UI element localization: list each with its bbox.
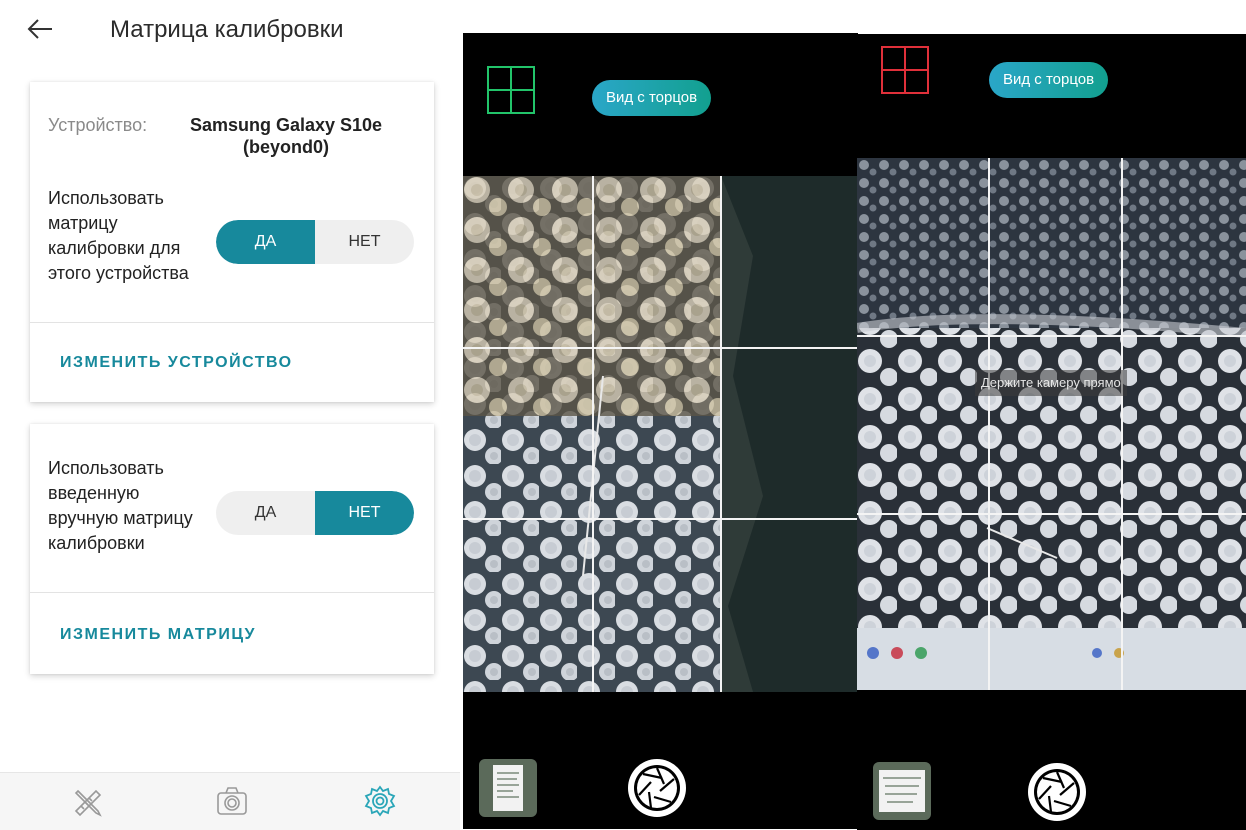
yes-option[interactable]: ДА bbox=[216, 220, 315, 264]
grid-icon[interactable] bbox=[881, 46, 929, 94]
no-option[interactable]: НЕТ bbox=[315, 220, 414, 264]
use-manual-matrix-toggle: ДА НЕТ bbox=[216, 491, 414, 535]
camera-screen-right: Вид с торцов Держите камеру прямо bbox=[857, 34, 1246, 830]
settings-screen: Матрица калибровки Устройство: Samsung G… bbox=[0, 0, 460, 830]
manual-matrix-card: Использовать введенную вручную матрицу к… bbox=[30, 424, 434, 674]
shutter-button[interactable] bbox=[1026, 761, 1088, 823]
grid-line bbox=[592, 176, 594, 692]
grid-line bbox=[720, 176, 722, 692]
use-device-matrix-toggle: ДА НЕТ bbox=[216, 220, 414, 264]
log-pile-image bbox=[857, 158, 1246, 690]
no-option[interactable]: НЕТ bbox=[315, 491, 414, 535]
page-title: Матрица калибровки bbox=[110, 16, 344, 43]
device-label: Устройство: bbox=[48, 115, 148, 135]
shutter-button[interactable] bbox=[626, 757, 688, 819]
change-device-button[interactable]: ИЗМЕНИТЬ УСТРОЙСТВО bbox=[60, 354, 293, 372]
grid-line bbox=[463, 347, 858, 349]
yes-option[interactable]: ДА bbox=[216, 491, 315, 535]
use-manual-matrix-label: Использовать введенную вручную матрицу к… bbox=[48, 458, 193, 553]
shutter-icon bbox=[628, 759, 686, 817]
device-matrix-card: Устройство: Samsung Galaxy S10e (beyond0… bbox=[30, 82, 434, 402]
hold-camera-straight-hint: Держите камеру прямо bbox=[975, 370, 1127, 396]
grid-line bbox=[988, 158, 990, 690]
divider bbox=[30, 592, 434, 593]
divider bbox=[30, 322, 434, 323]
last-photo-thumbnail[interactable] bbox=[479, 759, 537, 817]
grid-icon[interactable] bbox=[487, 66, 535, 114]
device-name: Samsung Galaxy S10e (beyond0) bbox=[189, 115, 383, 157]
use-device-matrix-label: Использовать матрицу калибровки для этог… bbox=[48, 188, 189, 283]
end-view-button[interactable]: Вид с торцов bbox=[592, 80, 712, 116]
gear-icon[interactable] bbox=[362, 783, 398, 819]
grid-line bbox=[463, 518, 858, 520]
end-view-button[interactable]: Вид с торцов bbox=[989, 62, 1109, 98]
camera-preview: Держите камеру прямо bbox=[857, 158, 1246, 690]
camera-screen-left: Вид с торцов bbox=[463, 33, 858, 829]
grid-line bbox=[857, 335, 1246, 337]
log-pile-image bbox=[463, 176, 858, 692]
ruler-pencil-icon[interactable] bbox=[70, 783, 106, 819]
change-matrix-button[interactable]: ИЗМЕНИТЬ МАТРИЦУ bbox=[60, 626, 256, 644]
shutter-icon bbox=[1028, 763, 1086, 821]
grid-line bbox=[857, 513, 1246, 515]
bottom-navigation bbox=[0, 772, 460, 830]
camera-preview bbox=[463, 176, 858, 692]
grid-line bbox=[1121, 158, 1123, 690]
last-photo-thumbnail[interactable] bbox=[873, 762, 931, 820]
camera-icon[interactable] bbox=[214, 783, 250, 819]
arrow-back-icon[interactable] bbox=[26, 14, 54, 44]
